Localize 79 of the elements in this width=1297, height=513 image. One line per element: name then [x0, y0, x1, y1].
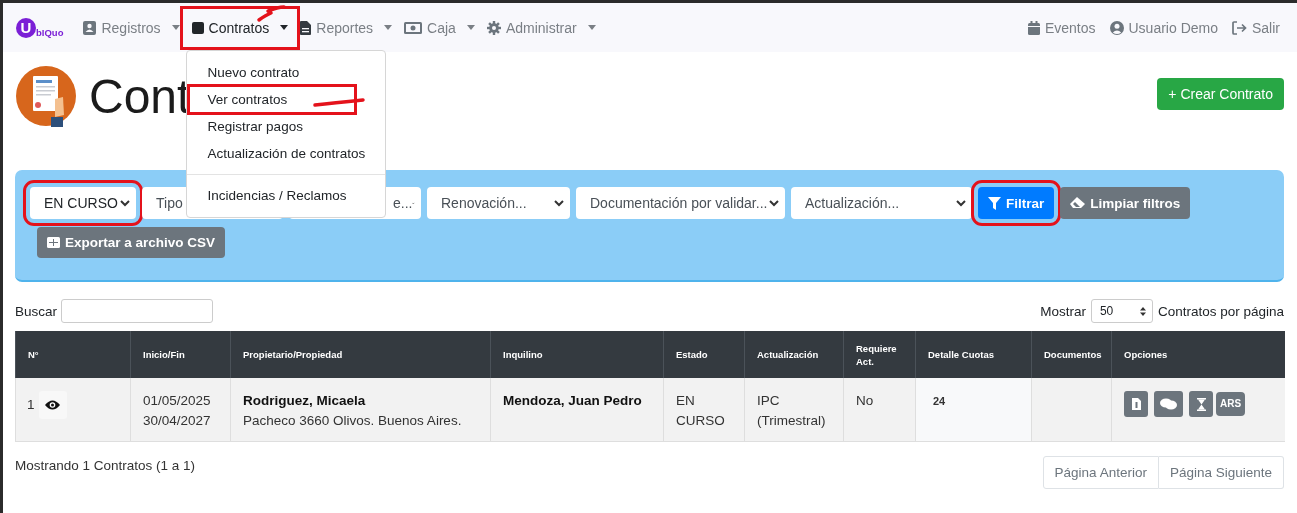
nav-menu[interactable]: Contratos	[185, 11, 295, 44]
nav-menu[interactable]: Administrar	[480, 11, 602, 44]
column-header: Documentos	[1031, 331, 1112, 378]
show-label: Mostrar	[1040, 303, 1086, 319]
update-text: IPC (Trimestral)	[757, 392, 827, 430]
pagination-button[interactable]: Página Siguiente	[1158, 456, 1284, 489]
clear-filters-button[interactable]: Limpiar filtros	[1060, 187, 1191, 219]
start-date: 01/05/2025	[143, 392, 212, 410]
eraser-icon	[1070, 197, 1086, 209]
id-card-icon	[83, 20, 97, 35]
nav-link[interactable]: Eventos	[1020, 11, 1103, 44]
chevron-icon	[769, 199, 779, 207]
contract-document-icon	[15, 65, 77, 127]
caret-icon	[171, 25, 180, 30]
nav-menu[interactable]: Registros	[77, 11, 186, 44]
column-header: Propietario/Propiedad	[230, 331, 491, 378]
column-header: Estado	[663, 331, 745, 378]
column-header: Inicio/Fin	[130, 331, 231, 378]
column-header: N°	[15, 331, 131, 378]
page-size-select[interactable]: 50	[1090, 299, 1153, 323]
document-icon	[300, 20, 312, 35]
sort-caret-icon	[1139, 306, 1146, 316]
column-header: Requiere Act.	[843, 331, 916, 378]
chevron-icon	[554, 199, 564, 207]
chevron-icon	[120, 199, 130, 207]
export-csv-button[interactable]: Exportar a archivo CSV	[37, 227, 226, 258]
square-icon	[191, 21, 204, 34]
chevron-icon	[956, 199, 966, 207]
nav-link[interactable]: Usuario Demo	[1102, 11, 1225, 44]
results-summary: Mostrando 1 Contratos (1 a 1)	[15, 458, 196, 473]
nav-menu[interactable]: Caja	[398, 11, 481, 44]
currency-badge: ARS	[1216, 392, 1246, 416]
column-header: Inquilino	[490, 331, 664, 378]
menu-item[interactable]: Actualización de contratos	[186, 139, 385, 167]
property-address: Pacheco 3660 Olivos. Buenos Aires.	[243, 412, 463, 430]
view-button[interactable]	[38, 391, 67, 419]
owner-name: Rodriguez, Micaela	[243, 392, 367, 410]
menu-item[interactable]: Incidencias / Reclamos	[186, 181, 385, 209]
hourglass-icon	[1196, 397, 1206, 411]
column-header: Actualización	[744, 331, 844, 378]
hourglass-button[interactable]	[1189, 391, 1213, 417]
column-header: Opciones	[1111, 331, 1285, 378]
banknote-icon	[404, 21, 423, 34]
invoice-button[interactable]	[1124, 391, 1148, 417]
logout-icon	[1232, 20, 1247, 35]
pen-scribble	[255, 4, 286, 23]
filter-select[interactable]: Renovación...	[427, 187, 570, 219]
caret-icon	[466, 25, 475, 30]
menu-item[interactable]: Ver contratos	[188, 85, 355, 113]
filter-icon	[988, 196, 1001, 210]
calendar-icon	[1027, 20, 1040, 35]
gear-icon	[486, 20, 501, 35]
end-date: 30/04/2027	[143, 412, 212, 430]
pen-scribble	[312, 97, 365, 108]
requires-update-text: No	[856, 392, 875, 410]
caret-icon	[384, 25, 393, 30]
search-label: Buscar	[15, 303, 58, 319]
create-contract-button[interactable]: + Crear Contrato	[1157, 78, 1284, 110]
comments-button[interactable]	[1154, 391, 1183, 417]
caret-icon	[587, 25, 596, 30]
status-text: EN CURSO	[676, 392, 726, 430]
per-page-label: Contratos por página	[1157, 303, 1284, 319]
row-number: 1	[27, 396, 35, 414]
comments-icon	[1160, 398, 1177, 410]
filter-select[interactable]: Documentación por validar...	[576, 187, 785, 219]
pagination-button[interactable]: Página Anterior	[1042, 456, 1159, 489]
table-icon	[47, 237, 60, 248]
tenant-name: Mendoza, Juan Pedro	[503, 392, 643, 410]
logo[interactable]: U bIQuo	[16, 17, 64, 38]
document-icon	[1131, 398, 1141, 410]
column-header: Detalle Cuotas	[915, 331, 1032, 378]
user-icon	[1109, 20, 1124, 35]
installments-count: 24	[933, 395, 946, 407]
eye-icon	[45, 400, 60, 410]
caret-icon	[280, 25, 289, 30]
nav-link[interactable]: Salir	[1225, 11, 1287, 44]
filter-select[interactable]: Actualización...	[791, 187, 972, 219]
search-field[interactable]	[61, 299, 214, 323]
nav-menu[interactable]: Reportes	[294, 11, 399, 44]
